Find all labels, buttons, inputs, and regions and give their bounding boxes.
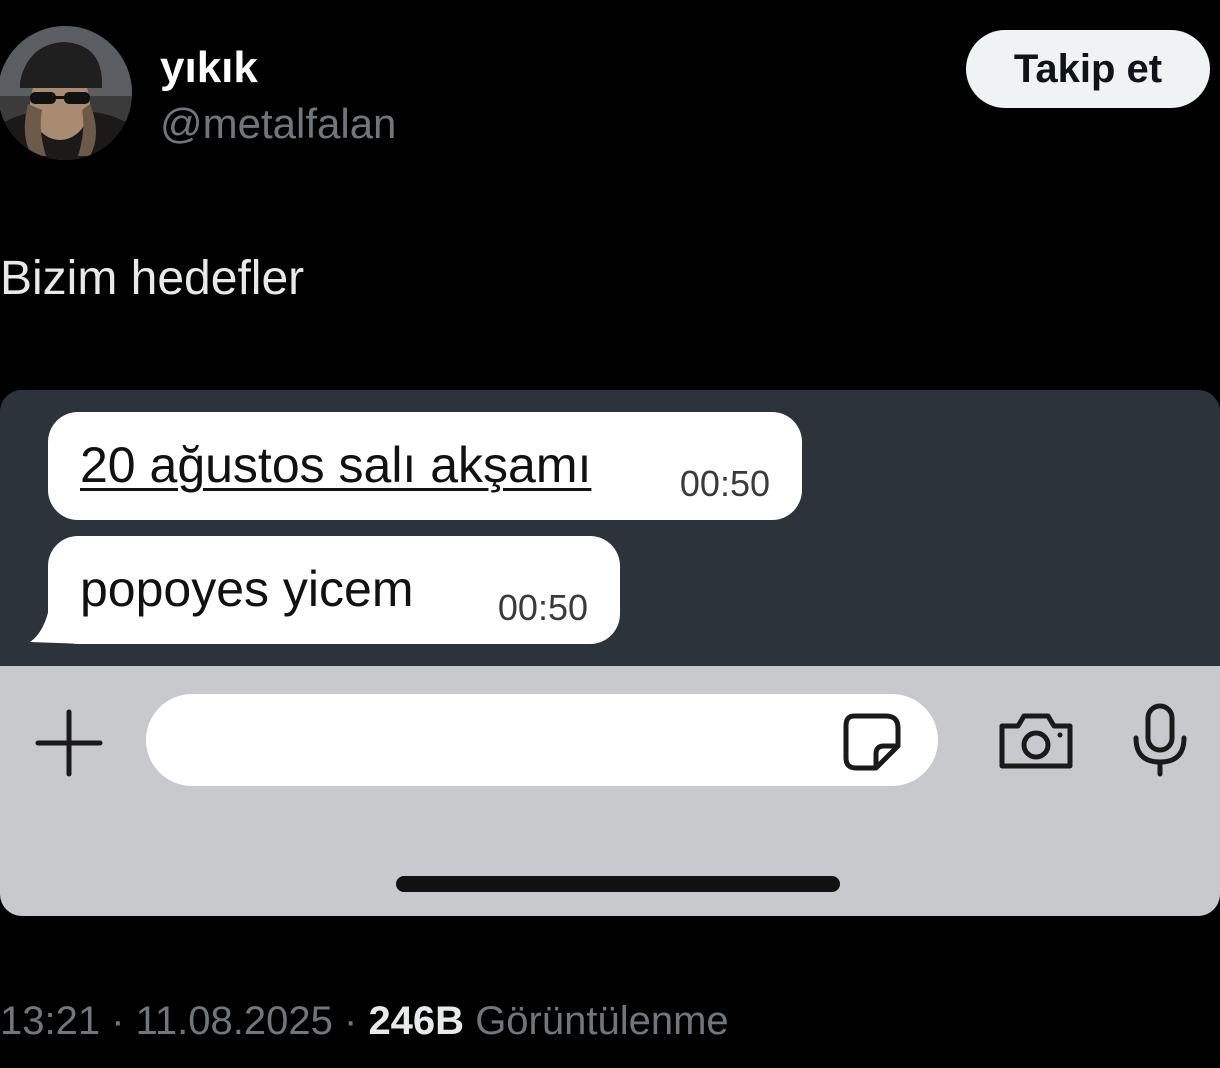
message-input[interactable] [146, 694, 938, 786]
follow-button[interactable]: Takip et [966, 30, 1210, 108]
message-text: popoyes yicem [80, 561, 414, 617]
home-indicator [396, 876, 840, 892]
tweet-metadata: 13:21 · 11.08.2025 · 246B Görüntülenme [0, 996, 729, 1046]
separator: · [332, 999, 369, 1043]
message-time: 00:50 [679, 463, 770, 504]
chat-input-bar [0, 666, 1220, 916]
tweet-date[interactable]: 11.08.2025 [136, 999, 333, 1043]
message-bubble: popoyes yicem 00:50 [48, 536, 620, 644]
microphone-icon[interactable] [1128, 702, 1192, 778]
profile-photo [0, 26, 132, 160]
plus-icon[interactable] [34, 708, 104, 778]
separator: · [100, 999, 136, 1043]
display-name[interactable]: yıkık [160, 42, 258, 94]
tweet-media-image[interactable]: 20 ağustos salı akşamı 00:50 popoyes yic… [0, 390, 1220, 916]
views-count: 246B [368, 999, 465, 1043]
chat-area: 20 ağustos salı akşamı 00:50 popoyes yic… [0, 390, 1220, 666]
tweet-time[interactable]: 13:21 [0, 999, 100, 1043]
message-bubble: 20 ağustos salı akşamı 00:50 [48, 412, 802, 520]
username-handle[interactable]: @metalfalan [160, 98, 396, 150]
views-label: Görüntülenme [475, 999, 729, 1043]
avatar[interactable] [0, 26, 132, 160]
message-time: 00:50 [497, 587, 588, 628]
tweet-text: Bizim hedefler [0, 252, 305, 305]
camera-icon[interactable] [996, 710, 1076, 772]
message-text: 20 ağustos salı akşamı [80, 437, 592, 493]
sticker-icon[interactable] [840, 712, 904, 772]
